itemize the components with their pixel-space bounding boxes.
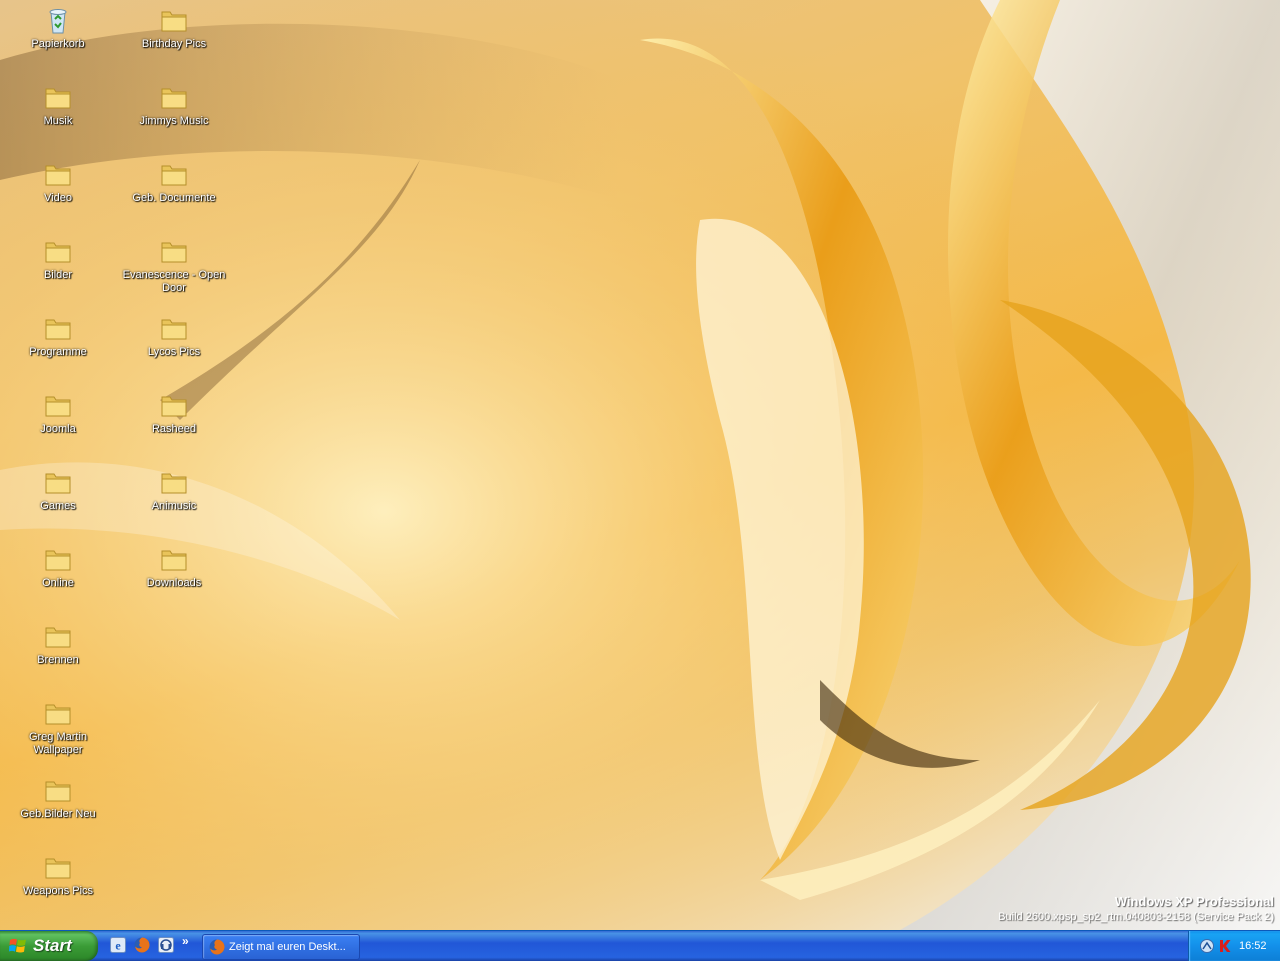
folder-icon: [45, 627, 71, 648]
desktop-icon-label: Online: [42, 577, 74, 589]
folder-icon: [45, 88, 71, 109]
folder-icon: [45, 396, 71, 417]
start-label: Start: [33, 936, 72, 955]
desktop-icon-rasheed[interactable]: Rasheed: [118, 387, 230, 459]
desktop-icon-online[interactable]: Online: [2, 541, 114, 613]
taskbar-task-firefox[interactable]: Zeigt mal euren Deskt...: [202, 934, 360, 960]
desktop-icon-label: Musik: [43, 115, 73, 127]
svg-text:e: e: [115, 939, 121, 953]
desktop-icon-musik[interactable]: Musik: [2, 79, 114, 151]
firefox-icon[interactable]: [134, 937, 150, 953]
desktop-icon-joomla[interactable]: Joomla: [2, 387, 114, 459]
desktop[interactable]: Papierkorb Birthday Pics Musik Jimmys Mu…: [0, 0, 1280, 930]
desktop-icon-label: Lycos Pics: [147, 346, 201, 358]
task-label: Zeigt mal euren Deskt...: [229, 941, 346, 953]
folder-icon: [45, 550, 71, 571]
folder-icon: [45, 319, 71, 340]
desktop-icon-label: Greg Martin Wallpaper: [28, 731, 88, 756]
desktop-icon-label: Rasheed: [151, 423, 197, 435]
desktop-icon-downloads[interactable]: Downloads: [118, 541, 230, 613]
desktop-icon-evanescence-open-door[interactable]: Evanescence - Open Door: [118, 233, 230, 305]
desktop-icon-label: Video: [44, 192, 72, 204]
folder-icon: [161, 88, 187, 109]
desktop-icon-animusic[interactable]: Animusic: [118, 464, 230, 536]
desktop-icon-geb-bilder-neu[interactable]: Geb.Bilder Neu: [2, 772, 114, 844]
desktop-icon-greg-martin-wallpaper[interactable]: Greg Martin Wallpaper: [2, 695, 114, 767]
folder-icon: [161, 11, 187, 32]
desktop-icon-label: Geb.Bilder Neu: [20, 808, 96, 820]
start-button[interactable]: Start: [0, 931, 98, 961]
desktop-icon-programme[interactable]: Programme: [2, 310, 114, 382]
firefox-icon: [209, 939, 225, 955]
watermark-title: Windows XP Professional: [1114, 894, 1274, 909]
folder-icon: [45, 473, 71, 494]
network-icon[interactable]: [1199, 938, 1215, 954]
folder-icon: [45, 781, 71, 802]
desktop-icon-label: Brennen: [37, 654, 79, 666]
folder-icon: [161, 319, 187, 340]
desktop-icon-papierkorb[interactable]: Papierkorb: [2, 2, 114, 74]
folder-icon: [161, 550, 187, 571]
desktop-icon-label: Downloads: [146, 577, 202, 589]
desktop-icon-label: Geb. Documente: [132, 192, 216, 204]
windows-logo-icon: [9, 938, 26, 953]
folder-icon: [45, 858, 71, 879]
desktop-icon-label: Programme: [29, 346, 87, 358]
media-player-icon[interactable]: [158, 937, 174, 953]
taskbar[interactable]: Start e » Zeigt mal euren Deskt... 16:52: [0, 930, 1280, 961]
internet-explorer-icon[interactable]: e: [110, 937, 126, 953]
clock[interactable]: 16:52: [1239, 931, 1267, 961]
desktop-icon-lycos-pics[interactable]: Lycos Pics: [118, 310, 230, 382]
antivirus-icon[interactable]: [1217, 938, 1233, 954]
folder-icon: [45, 242, 71, 263]
desktop-icon-video[interactable]: Video: [2, 156, 114, 228]
desktop-icon-brennen[interactable]: Brennen: [2, 618, 114, 690]
desktop-icon-label: Joomla: [40, 423, 76, 435]
recycle-bin-icon: [49, 9, 67, 34]
desktop-icon-label: Papierkorb: [31, 38, 85, 50]
desktop-icon-birthday-pics[interactable]: Birthday Pics: [118, 2, 230, 74]
watermark-build: Build 2600.xpsp_sp2_rtm.040803-2158 (Ser…: [998, 911, 1274, 923]
desktop-icon-games[interactable]: Games: [2, 464, 114, 536]
folder-icon: [45, 704, 71, 725]
folder-icon: [161, 473, 187, 494]
desktop-icon-label: Birthday Pics: [141, 38, 207, 50]
desktop-icon-jimmys-music[interactable]: Jimmys Music: [118, 79, 230, 151]
desktop-icon-label: Jimmys Music: [139, 115, 209, 127]
desktop-icon-geb-documente[interactable]: Geb. Documente: [118, 156, 230, 228]
system-tray: 16:52: [1188, 931, 1280, 961]
desktop-icon-label: Evanescence - Open Door: [122, 269, 226, 294]
folder-icon: [45, 165, 71, 186]
desktop-icon-bilder[interactable]: Bilder: [2, 233, 114, 305]
desktop-icon-label: Games: [40, 500, 76, 512]
quick-launch-more-button[interactable]: »: [182, 934, 189, 948]
folder-icon: [161, 165, 187, 186]
desktop-icon-weapons-pics[interactable]: Weapons Pics: [2, 849, 114, 921]
folder-icon: [161, 396, 187, 417]
desktop-icon-label: Bilder: [43, 269, 73, 281]
folder-icon: [161, 242, 187, 263]
desktop-icon-label: Weapons Pics: [22, 885, 94, 897]
os-version-watermark: Windows XP Professional Build 2600.xpsp_…: [998, 894, 1274, 924]
desktop-icon-label: Animusic: [151, 500, 197, 512]
